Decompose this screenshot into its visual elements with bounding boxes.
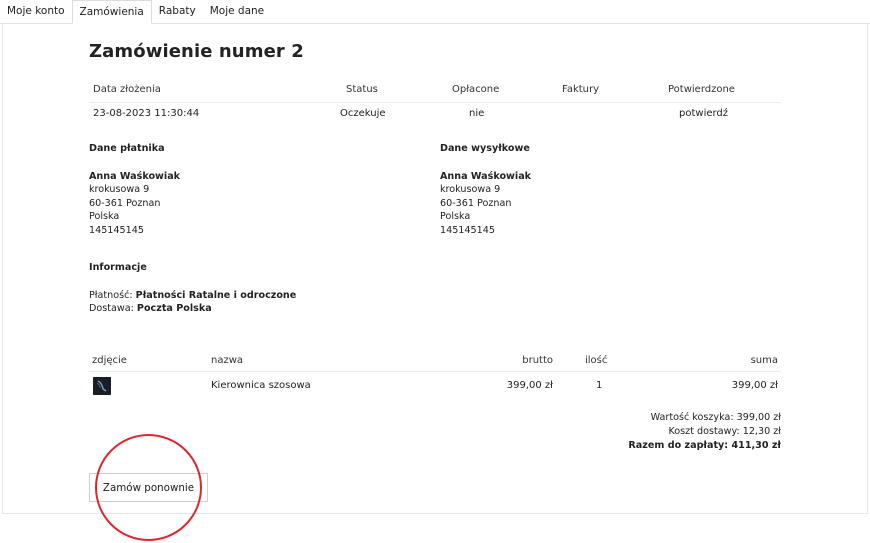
product-qty: 1: [596, 380, 603, 391]
delivery-label: Dostawa:: [89, 303, 134, 314]
header-sum: suma: [750, 355, 778, 366]
grand-total: Razem do zapłaty: 411,30 zł: [628, 440, 781, 451]
info-heading: Informacje: [89, 262, 147, 273]
confirm-link[interactable]: potwierdź: [679, 108, 728, 119]
page-title: Zamówienie numer 2: [89, 41, 304, 62]
tab-my-data[interactable]: Moje dane: [203, 0, 271, 24]
reorder-button[interactable]: Zamów ponownie: [89, 473, 208, 502]
payer-city: 60-361 Poznan: [89, 197, 161, 209]
shipping-name: Anna Waśkowiak: [440, 170, 532, 182]
shipping-phone: 145145145: [440, 224, 495, 236]
payer-heading: Dane płatnika: [89, 143, 165, 154]
delivery-value: Poczta Polska: [136, 303, 212, 314]
header-status: Status: [346, 84, 378, 95]
account-tabs: Moje konto Zamówienia Rabaty Moje dane: [0, 0, 271, 24]
header-image: zdjęcie: [92, 355, 127, 366]
order-totals: Wartość koszyka: 399,00 zł Koszt dostawy…: [628, 411, 781, 453]
payer-block: Dane płatnika Anna Waśkowiak krokusowa 9…: [89, 142, 180, 237]
header-invoices: Faktury: [562, 84, 600, 95]
header-gross: brutto: [522, 355, 553, 366]
products-header: zdjęcie nazwa brutto ilość suma: [89, 354, 781, 372]
product-sum: 399,00 zł: [731, 380, 778, 391]
payer-street: krokusowa 9: [89, 184, 150, 195]
header-confirmed: Potwierdzone: [668, 84, 735, 95]
shipping-street: krokusowa 9: [440, 184, 501, 195]
header-date: Data złożenia: [93, 84, 161, 95]
order-paid: nie: [469, 108, 485, 119]
payer-name: Anna Waśkowiak: [89, 170, 181, 182]
header-qty: ilość: [585, 355, 608, 366]
payment-value: Płatności Ratalne i odroczone: [135, 289, 297, 301]
order-info-block: Informacje Płatność: Płatności Ratalne i…: [89, 261, 296, 316]
product-name: Kierownica szosowa: [211, 380, 311, 391]
product-image[interactable]: [93, 377, 111, 395]
header-name: nazwa: [211, 355, 244, 366]
order-date: 23-08-2023 11:30:44: [93, 108, 200, 119]
order-summary-header: Data złożenia Status Opłacone Faktury Po…: [89, 80, 781, 100]
payer-phone: 145145145: [89, 224, 144, 236]
product-gross: 399,00 zł: [506, 380, 553, 391]
cart-value: Wartość koszyka: 399,00 zł: [650, 412, 781, 423]
payment-label: Płatność:: [89, 289, 133, 301]
tab-discounts[interactable]: Rabaty: [152, 0, 203, 24]
tab-my-account[interactable]: Moje konto: [0, 0, 72, 24]
shipping-heading: Dane wysyłkowe: [440, 143, 530, 154]
order-summary-row: 23-08-2023 11:30:44 Oczekuje nie potwier…: [89, 102, 781, 122]
payer-country: Polska: [89, 211, 120, 222]
payment-line: Płatność: Płatności Ratalne i odroczone: [89, 289, 296, 303]
shipping-city: 60-361 Poznan: [440, 197, 512, 209]
shipping-cost: Koszt dostawy: 12,30 zł: [668, 426, 781, 437]
shipping-country: Polska: [440, 211, 471, 222]
table-row: Kierownica szosowa 399,00 zł 1 399,00 zł: [89, 373, 781, 399]
order-status: Oczekuje: [340, 108, 386, 119]
header-paid: Opłacone: [452, 84, 500, 95]
tab-orders[interactable]: Zamówienia: [71, 0, 152, 24]
shipping-block: Dane wysyłkowe Anna Waśkowiak krokusowa …: [440, 142, 531, 237]
delivery-line: Dostawa: Poczta Polska: [89, 302, 296, 316]
